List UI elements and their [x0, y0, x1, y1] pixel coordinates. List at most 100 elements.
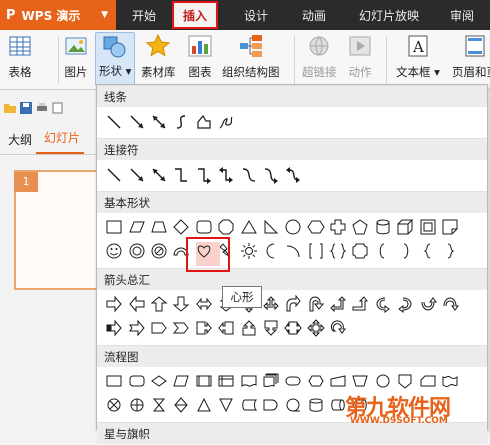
curve-shape[interactable]: [170, 111, 192, 133]
left-right-arrow-callout-shape[interactable]: [282, 317, 304, 339]
left-brace-shape[interactable]: [416, 240, 438, 262]
flowchart-sequential-access-storage-shape[interactable]: [282, 394, 304, 416]
bent-arrow-shape[interactable]: [282, 293, 304, 315]
flowchart-card-shape[interactable]: [416, 370, 438, 392]
triangle-shape[interactable]: [237, 216, 259, 238]
flowchart-decision-shape[interactable]: [148, 370, 170, 392]
flowchart-predefined-process-shape[interactable]: [193, 370, 215, 392]
flowchart-off-page-connector-shape[interactable]: [394, 370, 416, 392]
sun-shape[interactable]: [237, 240, 259, 262]
menu-insert[interactable]: 插入: [172, 1, 218, 29]
rectangle-shape[interactable]: [103, 216, 125, 238]
flowchart-or-shape[interactable]: [125, 394, 147, 416]
line-shape[interactable]: [103, 111, 125, 133]
flowchart-magnetic-disk-shape[interactable]: [305, 394, 327, 416]
down-arrow-callout-shape[interactable]: [260, 317, 282, 339]
straight-arrow-connector-shape[interactable]: [125, 164, 147, 186]
flowchart-multidocument-shape[interactable]: [260, 370, 282, 392]
tab-outline[interactable]: 大纲: [0, 131, 36, 154]
header-footer-button[interactable]: 页眉和页: [452, 34, 490, 80]
rounded-rectangle-shape[interactable]: [193, 216, 215, 238]
left-arrow-shape[interactable]: [125, 293, 147, 315]
circular-arrow-shape[interactable]: [327, 317, 349, 339]
right-bracket-shape[interactable]: [394, 240, 416, 262]
up-arrow-shape[interactable]: [148, 293, 170, 315]
scribble-shape[interactable]: [215, 111, 237, 133]
curved-double-arrow-connector-shape[interactable]: [282, 164, 304, 186]
flowchart-process-shape[interactable]: [103, 370, 125, 392]
no-symbol-shape[interactable]: [148, 240, 170, 262]
folder-icon[interactable]: [4, 102, 16, 114]
preview-icon[interactable]: [52, 102, 64, 114]
elbow-connector-shape[interactable]: [170, 164, 192, 186]
flowchart-extract-shape[interactable]: [193, 394, 215, 416]
flowchart-connector-shape[interactable]: [372, 370, 394, 392]
flowchart-delay-shape[interactable]: [260, 394, 282, 416]
flowchart-punched-tape-shape[interactable]: [439, 370, 461, 392]
flowchart-alternate-process-shape[interactable]: [125, 370, 147, 392]
menu-slideshow[interactable]: 幻灯片放映: [344, 0, 434, 30]
app-menu-button[interactable]: P WPS 演示 ▼: [0, 0, 116, 30]
elbow-arrow-connector-shape[interactable]: [193, 164, 215, 186]
trapezoid-shape[interactable]: [148, 216, 170, 238]
pentagon-shape[interactable]: [349, 216, 371, 238]
flowchart-merge-shape[interactable]: [215, 394, 237, 416]
menu-review[interactable]: 审阅: [434, 0, 490, 30]
print-icon[interactable]: [36, 102, 48, 114]
heart-shape[interactable]: [193, 240, 215, 262]
hexagon-shape[interactable]: [305, 216, 327, 238]
chart-button[interactable]: 图表: [188, 34, 212, 80]
flowchart-document-shape[interactable]: [237, 370, 259, 392]
smiley-face-shape[interactable]: [103, 240, 125, 262]
double-brace-shape[interactable]: [327, 240, 349, 262]
striped-right-arrow-shape[interactable]: [103, 317, 125, 339]
up-arrow-callout-shape[interactable]: [237, 317, 259, 339]
straight-double-arrow-connector-shape[interactable]: [148, 164, 170, 186]
bevel-shape[interactable]: [416, 216, 438, 238]
flowchart-sort-shape[interactable]: [170, 394, 192, 416]
curved-up-arrow-shape[interactable]: [416, 293, 438, 315]
right-arrow-callout-shape[interactable]: [193, 317, 215, 339]
flowchart-manual-input-shape[interactable]: [327, 370, 349, 392]
can-shape[interactable]: [372, 216, 394, 238]
left-right-up-arrow-shape[interactable]: [260, 293, 282, 315]
quad-arrow-callout-shape[interactable]: [305, 317, 327, 339]
curved-connector-shape[interactable]: [237, 164, 259, 186]
flowchart-terminator-shape[interactable]: [282, 370, 304, 392]
flowchart-internal-storage-shape[interactable]: [215, 370, 237, 392]
menu-home[interactable]: 开始: [116, 0, 172, 30]
left-up-arrow-shape[interactable]: [327, 293, 349, 315]
flowchart-stored-data-shape[interactable]: [237, 394, 259, 416]
double-bracket-shape[interactable]: [305, 240, 327, 262]
plaque-shape[interactable]: [349, 240, 371, 262]
cube-shape[interactable]: [394, 216, 416, 238]
menu-animation[interactable]: 动画: [284, 0, 344, 30]
diamond-shape[interactable]: [170, 216, 192, 238]
parallelogram-shape[interactable]: [125, 216, 147, 238]
picture-button[interactable]: 图片: [64, 34, 88, 80]
hyperlink-button[interactable]: 超链接: [302, 34, 337, 80]
right-brace-shape[interactable]: [439, 240, 461, 262]
right-triangle-shape[interactable]: [260, 216, 282, 238]
flowchart-preparation-shape[interactable]: [305, 370, 327, 392]
right-arrow-shape[interactable]: [103, 293, 125, 315]
elbow-double-arrow-connector-shape[interactable]: [215, 164, 237, 186]
flowchart-collate-shape[interactable]: [148, 394, 170, 416]
org-chart-button[interactable]: 组织结构图: [222, 34, 280, 80]
curved-arrow-connector-shape[interactable]: [260, 164, 282, 186]
donut-shape[interactable]: [125, 240, 147, 262]
double-arrow-line-shape[interactable]: [148, 111, 170, 133]
shape-button[interactable]: 形状 ▾: [95, 32, 136, 86]
cross-shape[interactable]: [327, 216, 349, 238]
notched-right-arrow-shape[interactable]: [125, 317, 147, 339]
save-icon[interactable]: [20, 102, 32, 114]
pentagon-arrow-shape[interactable]: [148, 317, 170, 339]
flowchart-manual-operation-shape[interactable]: [349, 370, 371, 392]
arrow-line-shape[interactable]: [125, 111, 147, 133]
curved-left-arrow-shape[interactable]: [394, 293, 416, 315]
clipart-button[interactable]: 素材库: [141, 33, 176, 80]
freeform-shape[interactable]: [193, 111, 215, 133]
u-turn-arrow-shape[interactable]: [305, 293, 327, 315]
flowchart-summing-junction-shape[interactable]: [103, 394, 125, 416]
menu-design[interactable]: 设计: [228, 0, 284, 30]
